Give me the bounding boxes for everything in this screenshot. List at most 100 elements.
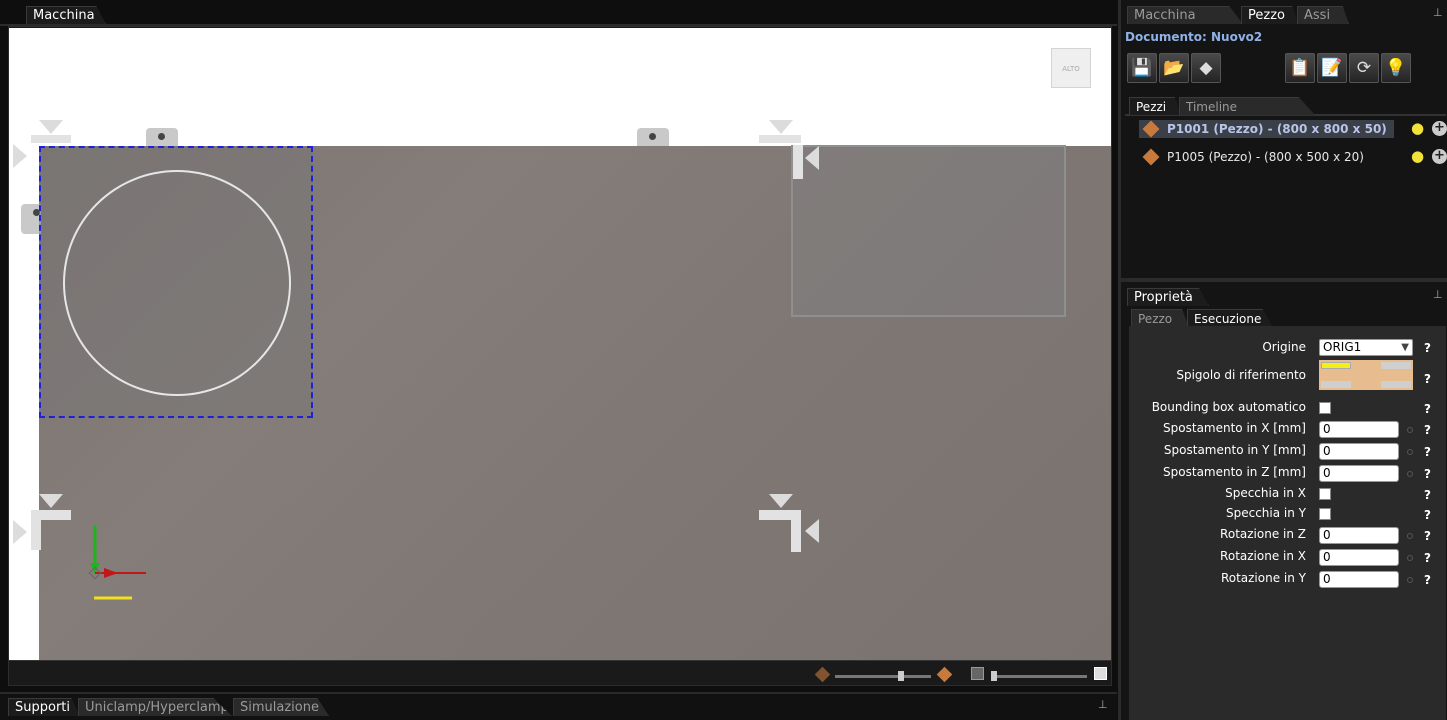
- view-cube-top[interactable]: ALTO: [1051, 48, 1091, 88]
- spigolo-label: Spigolo di riferimento: [1176, 368, 1306, 382]
- expression-dot-icon[interactable]: [1407, 555, 1413, 561]
- mirror-y-checkbox[interactable]: [1319, 508, 1331, 520]
- stop-marker-icon: [805, 519, 819, 543]
- bbox-label: Bounding box automatico: [1151, 400, 1306, 414]
- list-item-p1001[interactable]: P1001 (Pezzo) - (800 x 800 x 50): [1139, 120, 1394, 138]
- sy-input[interactable]: 0: [1319, 443, 1399, 460]
- lightbulb-icon[interactable]: ●: [1411, 120, 1424, 136]
- refresh-icon[interactable]: ⟳: [1349, 53, 1379, 83]
- piece-label: P1005 (Pezzo) - (800 x 500 x 20): [1167, 150, 1364, 164]
- origine-select[interactable]: ORIG1 ▼: [1319, 339, 1413, 356]
- stop-marker-icon: [39, 494, 63, 508]
- sz-input[interactable]: 0: [1319, 465, 1399, 482]
- sx-input[interactable]: 0: [1319, 421, 1399, 438]
- stop-marker-icon: [769, 494, 793, 508]
- piece-icon: [1142, 120, 1160, 138]
- panel-splitter[interactable]: [1121, 278, 1447, 282]
- transparency-slider[interactable]: [835, 675, 931, 678]
- eraser-icon[interactable]: ◆: [1191, 53, 1221, 83]
- stop-marker-icon: [13, 520, 27, 544]
- stop-corner: [791, 510, 801, 552]
- reference-edge-picker[interactable]: [1319, 360, 1413, 390]
- notepad-icon[interactable]: 📝: [1317, 53, 1347, 83]
- piece-icon: [1142, 148, 1160, 166]
- tab-timeline-lavorazioni[interactable]: Timeline lavorazioni: [1179, 97, 1315, 115]
- tab-props-pezzo[interactable]: Pezzo: [1131, 309, 1189, 327]
- document-title: Documento: Nuovo2: [1125, 30, 1263, 44]
- circular-machining: [63, 170, 291, 396]
- my-label: Specchia in Y: [1225, 506, 1306, 520]
- lightbulb-icon[interactable]: ●: [1411, 148, 1424, 164]
- rz-input[interactable]: 0: [1319, 527, 1399, 544]
- tab-pezzo[interactable]: Pezzo: [1241, 6, 1299, 24]
- tab-macchina-attiva[interactable]: Macchina attiva: [1127, 6, 1243, 24]
- rz-label: Rotazione in Z: [1220, 527, 1306, 541]
- help-icon[interactable]: ?: [1424, 467, 1431, 481]
- edge-top-left[interactable]: [1321, 362, 1351, 369]
- add-icon[interactable]: +: [1432, 121, 1447, 136]
- stop-corner: [793, 145, 803, 179]
- expression-dot-icon[interactable]: [1407, 471, 1413, 477]
- help-icon[interactable]: ?: [1424, 423, 1431, 437]
- save-view-icon[interactable]: [1094, 667, 1107, 680]
- tab-supporti[interactable]: Supporti: [8, 698, 80, 716]
- view-slider-thumb[interactable]: [991, 671, 997, 681]
- rx-label: Rotazione in X: [1220, 549, 1306, 563]
- tab-props-esecuzione[interactable]: Esecuzione: [1187, 309, 1273, 327]
- expression-dot-icon[interactable]: [1407, 449, 1413, 455]
- edge-top-right[interactable]: [1381, 362, 1411, 369]
- origine-label: Origine: [1262, 340, 1306, 354]
- help-icon[interactable]: ?: [1424, 372, 1431, 386]
- sx-label: Spostamento in X [mm]: [1163, 421, 1306, 435]
- mx-label: Specchia in X: [1225, 486, 1306, 500]
- expression-dot-icon[interactable]: [1407, 577, 1413, 583]
- pin-icon[interactable]: ⊥: [1433, 288, 1443, 301]
- piece-p1005[interactable]: [791, 145, 1066, 317]
- tab-simulazione[interactable]: Simulazione: [233, 698, 329, 716]
- help-icon[interactable]: ?: [1424, 341, 1431, 355]
- rx-input[interactable]: 0: [1319, 549, 1399, 566]
- transparency-slider-thumb[interactable]: [898, 671, 904, 681]
- help-icon[interactable]: ?: [1424, 529, 1431, 543]
- stop-corner: [759, 135, 801, 143]
- ry-label: Rotazione in Y: [1220, 571, 1306, 585]
- save-icon[interactable]: 💾: [1127, 53, 1157, 83]
- tab-assi[interactable]: Assi: [1297, 6, 1349, 24]
- help-icon[interactable]: ?: [1424, 402, 1431, 416]
- help-icon[interactable]: ?: [1424, 551, 1431, 565]
- help-icon[interactable]: ?: [1424, 488, 1431, 502]
- stop-marker-icon: [13, 144, 27, 168]
- tab-pezzi[interactable]: Pezzi: [1129, 97, 1181, 115]
- piece-p1001[interactable]: [39, 146, 313, 418]
- ry-input[interactable]: 0: [1319, 571, 1399, 588]
- expression-dot-icon[interactable]: [1407, 427, 1413, 433]
- list-item-p1005[interactable]: P1005 (Pezzo) - (800 x 500 x 20): [1139, 148, 1394, 166]
- add-icon[interactable]: +: [1432, 149, 1447, 164]
- view-slider[interactable]: [991, 675, 1087, 678]
- edge-bottom-right[interactable]: [1381, 381, 1411, 388]
- lightbulb-icon[interactable]: 💡: [1381, 53, 1411, 83]
- zoom-in-icon[interactable]: [936, 666, 953, 683]
- edit-list-icon[interactable]: 📋: [1285, 53, 1315, 83]
- pin-icon[interactable]: ⊥: [1098, 698, 1108, 711]
- open-folder-icon[interactable]: 📂: [1159, 53, 1189, 83]
- mirror-x-checkbox[interactable]: [1319, 488, 1331, 500]
- axes-gizmo-icon: [88, 526, 146, 600]
- zoom-out-icon[interactable]: [814, 666, 831, 683]
- help-icon[interactable]: ?: [1424, 508, 1431, 522]
- bbox-checkbox[interactable]: [1319, 402, 1331, 414]
- properties-title: Proprietà: [1127, 288, 1209, 306]
- help-icon[interactable]: ?: [1424, 445, 1431, 459]
- clamp-icon: [146, 128, 178, 146]
- stop-marker-icon: [805, 146, 819, 170]
- expression-dot-icon[interactable]: [1407, 533, 1413, 539]
- machine-viewport[interactable]: ALTO: [9, 28, 1111, 660]
- save-view-icon[interactable]: [971, 667, 984, 680]
- tab-uniclamp[interactable]: Uniclamp/Hyperclamp: [78, 698, 232, 716]
- edge-bottom-left[interactable]: [1321, 381, 1351, 388]
- help-icon[interactable]: ?: [1424, 573, 1431, 587]
- tab-macchina[interactable]: Macchina: [26, 6, 106, 24]
- pin-icon[interactable]: ⊥: [1433, 6, 1443, 19]
- piece-label: P1001 (Pezzo) - (800 x 800 x 50): [1167, 122, 1387, 136]
- sy-label: Spostamento in Y [mm]: [1163, 443, 1306, 457]
